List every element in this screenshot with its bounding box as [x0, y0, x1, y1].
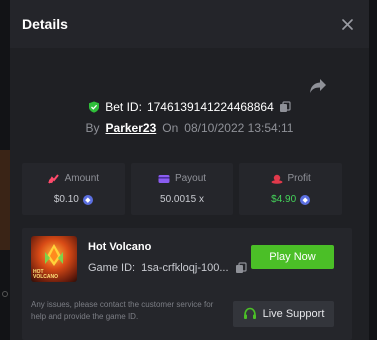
- share-icon: [310, 79, 326, 93]
- background-page-right: [369, 0, 377, 340]
- shield-check-icon: [89, 101, 100, 113]
- stat-profit: Profit $4.90 ◆: [239, 163, 343, 215]
- play-now-button[interactable]: Play Now: [251, 245, 334, 269]
- game-card: HOT VOLCANO Hot Volcano Game ID: 1sa-crf…: [22, 228, 352, 340]
- game-thumbnail[interactable]: HOT VOLCANO: [31, 236, 77, 282]
- game-title: Hot Volcano: [88, 241, 152, 253]
- stat-payout-label: Payout: [174, 173, 207, 184]
- on-label: On: [162, 121, 179, 135]
- stat-payout: Payout 50.0015 x: [130, 163, 234, 215]
- background-page-left: [0, 0, 10, 340]
- profit-icon: [271, 174, 282, 184]
- stat-amount: Amount $0.10 ◆: [22, 163, 125, 215]
- live-support-label: Live Support: [262, 308, 325, 320]
- coin-icon: ◆: [82, 194, 93, 205]
- stat-profit-value-row: $4.90 ◆: [271, 194, 311, 205]
- copy-icon[interactable]: [279, 101, 291, 113]
- modal-title: Details: [22, 16, 68, 32]
- username-link[interactable]: Parker23: [106, 121, 157, 135]
- coin-icon: ◆: [300, 194, 311, 205]
- close-button[interactable]: [337, 14, 357, 34]
- headset-icon: [243, 307, 256, 319]
- stat-profit-value: $4.90: [271, 194, 297, 205]
- stat-amount-label-row: Amount: [47, 173, 100, 184]
- stat-profit-label: Profit: [287, 173, 311, 184]
- game-id-value: 1sa-crfkloqj-100...: [141, 262, 229, 274]
- bet-timestamp: 08/10/2022 13:54:11: [184, 121, 294, 135]
- stat-amount-label: Amount: [64, 173, 100, 184]
- game-id-line: Game ID: 1sa-crfkloqj-100...: [88, 262, 247, 274]
- modal-header: Details: [10, 0, 369, 48]
- close-icon: [341, 18, 353, 30]
- bet-id-line: Bet ID: 1746139141224468864: [10, 100, 369, 114]
- stat-payout-value-row: 50.0015 x: [160, 194, 204, 205]
- background-stripe: [0, 150, 10, 250]
- help-text: Any issues, please contact the customer …: [31, 300, 214, 321]
- bet-author-line: By Parker23 On 08/10/2022 13:54:11: [10, 121, 369, 135]
- bet-id-label: Bet ID:: [105, 100, 142, 114]
- thumbnail-text-line-2: VOLCANO: [33, 274, 58, 280]
- copy-icon[interactable]: [235, 262, 247, 274]
- stat-payout-label-row: Payout: [158, 173, 206, 184]
- thumbnail-text: HOT VOLCANO: [33, 270, 58, 280]
- bet-id-value: 1746139141224468864: [146, 100, 274, 114]
- amount-icon: [47, 173, 59, 184]
- stat-payout-value: 50.0015 x: [160, 194, 204, 205]
- live-support-button[interactable]: Live Support: [233, 301, 334, 327]
- background-dot: [2, 291, 8, 297]
- stat-amount-value-row: $0.10 ◆: [54, 194, 93, 205]
- share-button[interactable]: [309, 78, 331, 98]
- stat-profit-label-row: Profit: [271, 173, 311, 184]
- stat-amount-value: $0.10: [53, 194, 79, 205]
- details-modal: Details Bet ID: 1746139141224468864 By P…: [10, 0, 369, 340]
- game-id-label: Game ID:: [88, 262, 136, 274]
- bet-stats: Amount $0.10 ◆ Payout 50.0015 x Profit $…: [22, 163, 343, 215]
- by-label: By: [85, 121, 100, 135]
- payout-icon: [158, 174, 170, 183]
